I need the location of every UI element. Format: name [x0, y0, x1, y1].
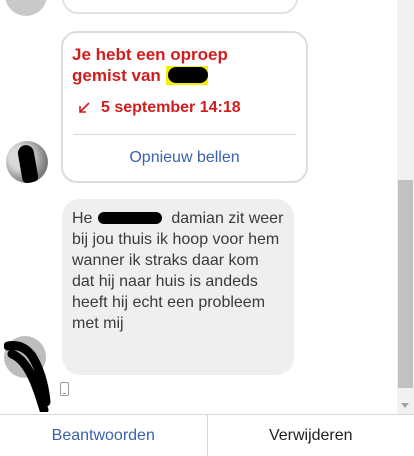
delete-button[interactable]: Verwijderen [208, 415, 414, 456]
scrollbar[interactable] [397, 0, 414, 414]
missed-call-timestamp: 5 september 14:18 [101, 99, 241, 116]
missed-call-title-line1: Je hebt een oproep [72, 45, 228, 64]
avatar [4, 336, 51, 412]
avatar [6, 141, 48, 183]
previous-message-bubble [62, 0, 298, 14]
redacted-name [167, 67, 208, 83]
avatar [5, 0, 47, 16]
missed-call-card: Je hebt een oproep gemist van 5 septembe… [61, 31, 308, 183]
reply-button[interactable]: Beantwoorden [0, 415, 208, 456]
message-lead: He [72, 210, 93, 227]
conversation-thread[interactable]: Je hebt een oproep gemist van 5 septembe… [0, 0, 397, 414]
redacted-name [98, 212, 162, 224]
redacted-name-highlight [165, 66, 208, 85]
message-text: damian zit weer bij jou thuis ik hoop vo… [72, 210, 284, 332]
phone-icon [60, 382, 69, 396]
redaction-scribble [16, 143, 40, 183]
message-bubble: He damian zit weer bij jou thuis ik hoop… [62, 199, 294, 375]
scrollbar-thumb[interactable] [398, 180, 413, 388]
redaction-scribble [4, 341, 51, 412]
missed-call-arrow-icon [79, 102, 90, 113]
card-divider [73, 134, 296, 135]
callback-button[interactable]: Opnieuw bellen [63, 149, 306, 167]
scroll-down-arrow-icon[interactable] [401, 403, 409, 408]
missed-call-title: Je hebt een oproep gemist van [72, 44, 300, 86]
missed-call-meta: 5 september 14:18 [77, 99, 241, 117]
action-bar: Beantwoorden Verwijderen [0, 414, 414, 456]
missed-call-title-line2: gemist van [72, 66, 161, 85]
